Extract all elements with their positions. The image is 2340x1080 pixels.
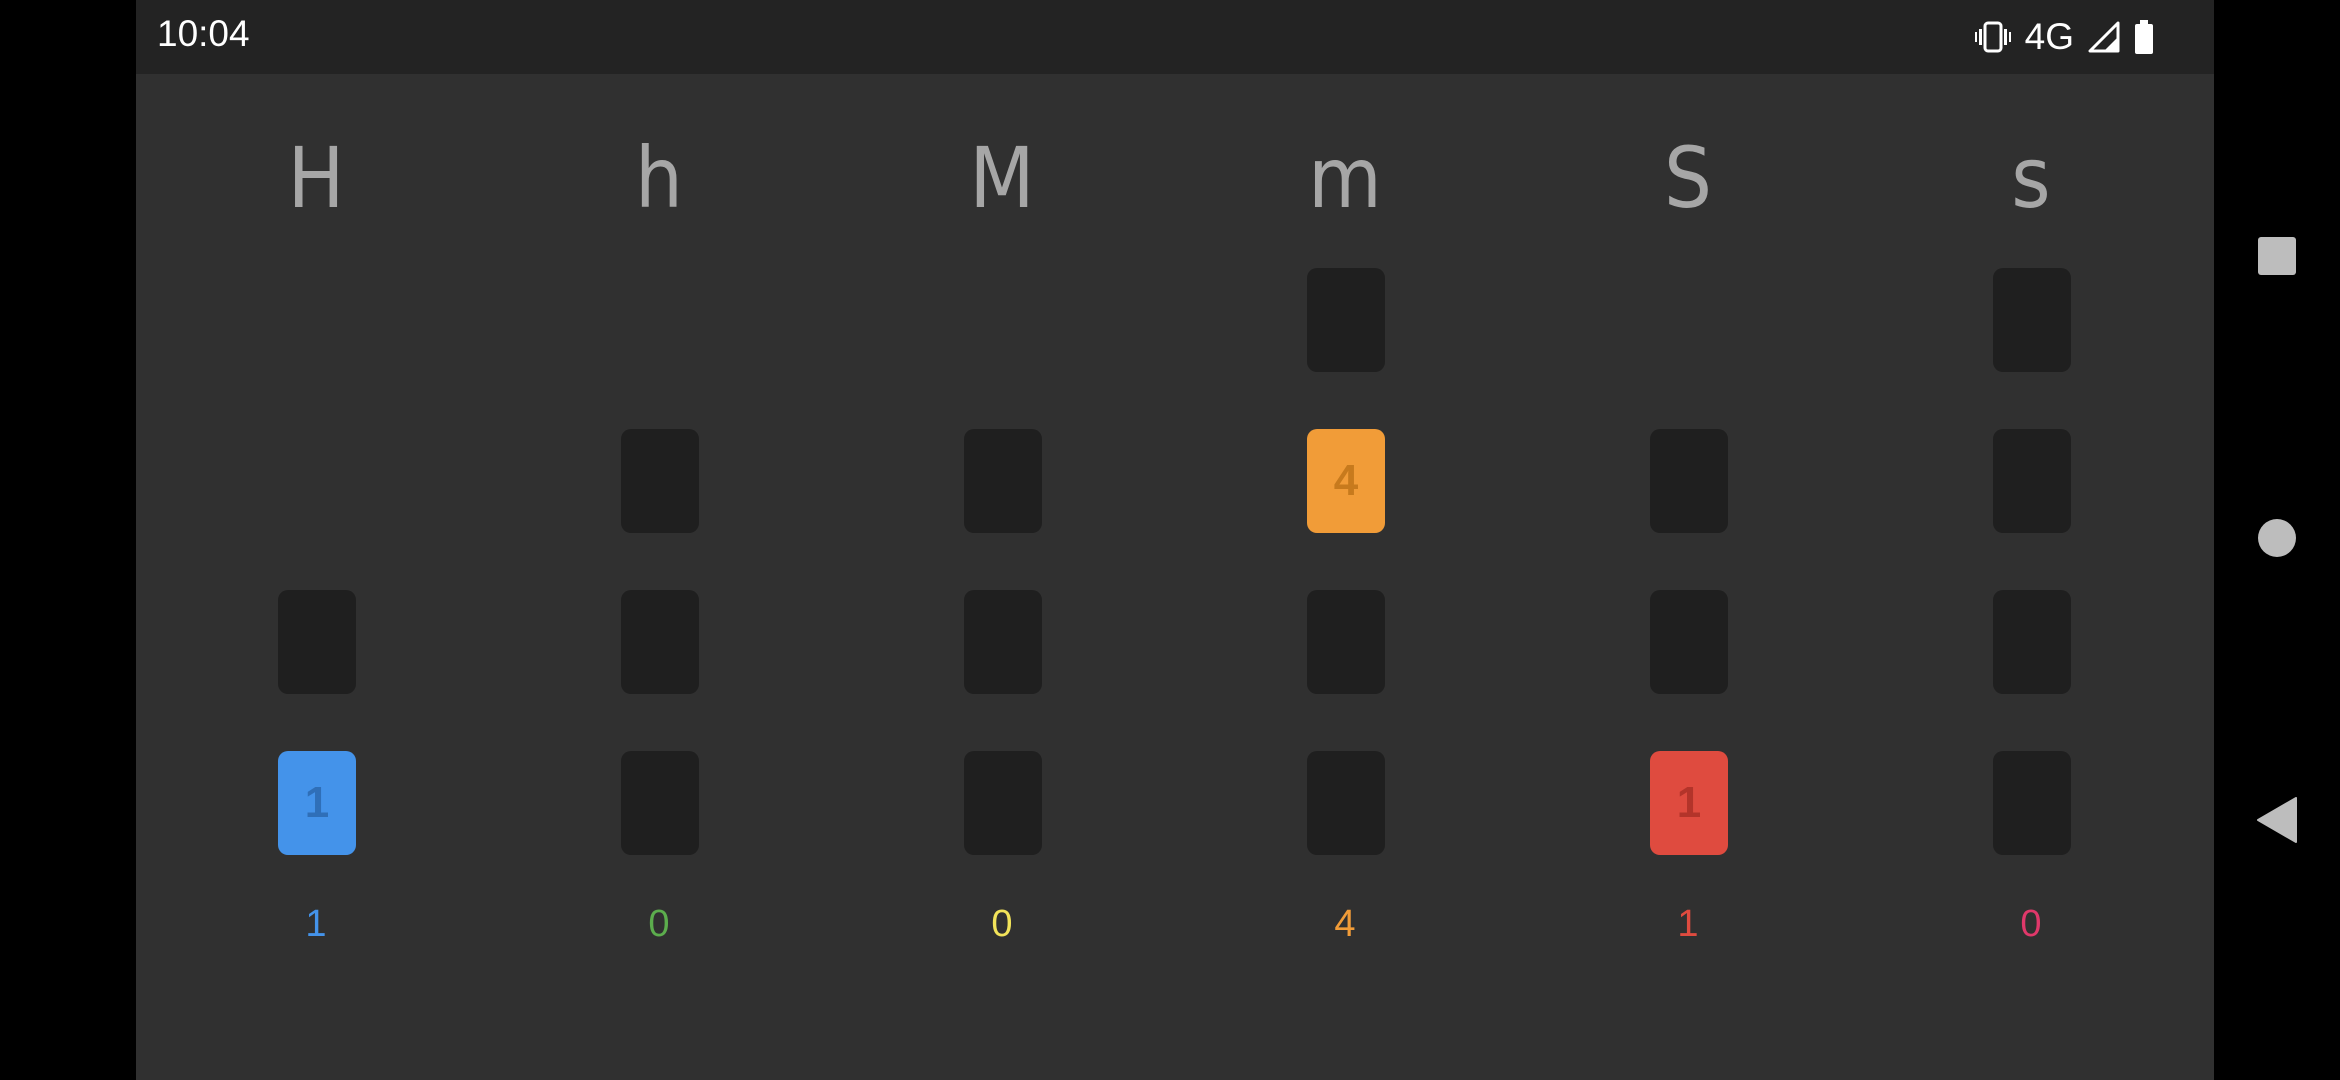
bit-2[interactable] — [621, 590, 699, 694]
home-button[interactable] — [2214, 480, 2340, 600]
column-value: 0 — [2020, 903, 2042, 945]
recents-button[interactable] — [2214, 198, 2340, 318]
column-header: H — [287, 129, 345, 227]
battery-icon — [2134, 20, 2154, 54]
bit-4[interactable]: 4 — [1307, 429, 1385, 533]
bit-1[interactable]: 1 — [1650, 751, 1728, 855]
column-minutes-ones: m 4 4 — [1245, 0, 1445, 1080]
circle-icon — [2257, 518, 2297, 563]
column-seconds-tens: S 1 1 — [1588, 0, 1788, 1080]
bit-2[interactable] — [1307, 590, 1385, 694]
back-button[interactable] — [2214, 762, 2340, 882]
bit-1[interactable] — [1993, 751, 2071, 855]
column-header: S — [1663, 129, 1712, 227]
column-minutes-tens: M 0 — [902, 0, 1102, 1080]
status-bar: 10:04 4G — [136, 0, 2214, 74]
column-header: s — [2011, 129, 2051, 227]
bit-1[interactable] — [1307, 751, 1385, 855]
bit-4[interactable] — [1650, 429, 1728, 533]
bit-8[interactable] — [1307, 268, 1385, 372]
column-value: 0 — [991, 903, 1013, 945]
back-triangle-icon — [2256, 796, 2298, 848]
column-value: 1 — [305, 903, 327, 945]
column-header: h — [635, 129, 683, 227]
bit-4[interactable] — [964, 429, 1042, 533]
square-icon — [2257, 236, 2297, 281]
bit-4[interactable] — [621, 429, 699, 533]
column-value: 1 — [1677, 903, 1699, 945]
column-hours-tens: H 1 1 — [216, 0, 416, 1080]
bit-1[interactable]: 1 — [278, 751, 356, 855]
column-value: 4 — [1334, 903, 1356, 945]
screen: 10:04 4G H 1 1 h 0 M 0 m 4 4 S 1 1 s 0 — [0, 0, 2340, 1080]
column-header: M — [969, 129, 1035, 227]
binary-clock-app: 10:04 4G H 1 1 h 0 M 0 m 4 4 S 1 1 s 0 — [136, 0, 2214, 1080]
column-hours-ones: h 0 — [559, 0, 759, 1080]
bit-2[interactable] — [278, 590, 356, 694]
column-seconds-ones: s 0 — [1931, 0, 2131, 1080]
bit-8[interactable] — [1993, 268, 2071, 372]
navigation-bar — [2214, 0, 2340, 1080]
bit-2[interactable] — [964, 590, 1042, 694]
bit-2[interactable] — [1650, 590, 1728, 694]
bit-4[interactable] — [1993, 429, 2071, 533]
bit-2[interactable] — [1993, 590, 2071, 694]
column-value: 0 — [648, 903, 670, 945]
column-header: m — [1308, 129, 1382, 227]
bit-1[interactable] — [621, 751, 699, 855]
bit-1[interactable] — [964, 751, 1042, 855]
